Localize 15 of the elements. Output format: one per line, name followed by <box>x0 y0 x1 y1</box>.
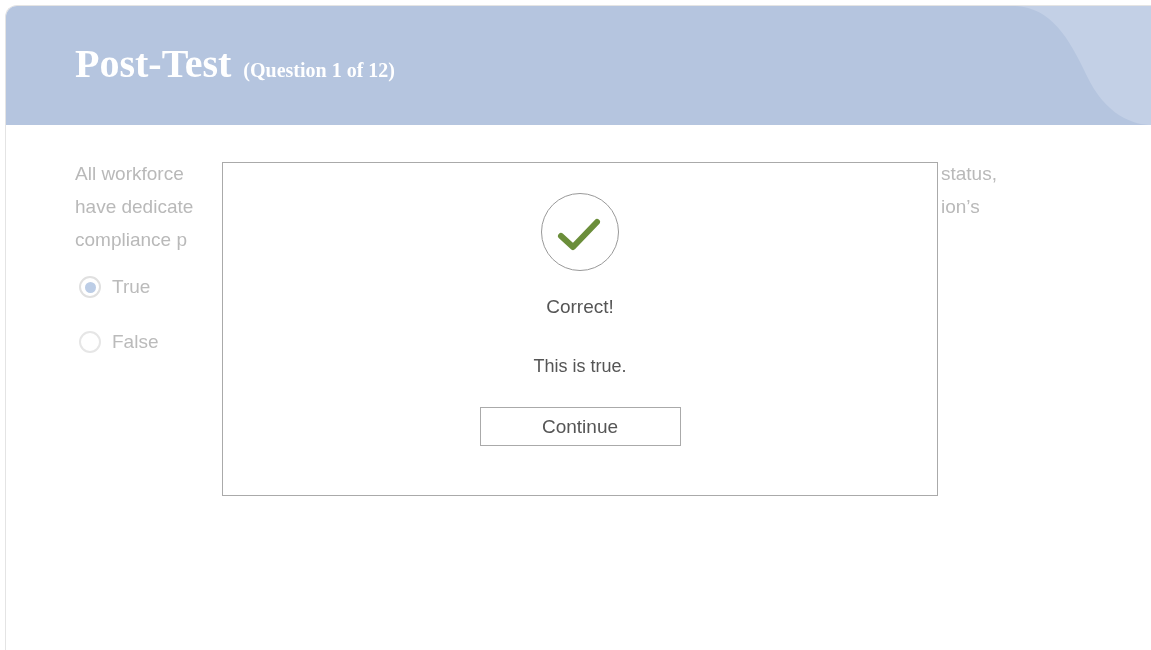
question-text: compliance p <box>75 228 187 252</box>
question-text: status, <box>941 162 997 186</box>
option-label[interactable]: False <box>112 331 159 353</box>
question-text: have dedicate <box>75 195 194 219</box>
radio-button[interactable] <box>79 276 101 298</box>
question-text: ion’s <box>941 195 980 219</box>
checkmark-icon <box>540 192 620 272</box>
continue-button[interactable]: Continue <box>479 407 681 446</box>
question-counter: (Question 1 of 12) <box>243 59 395 82</box>
question-text: All workforce <box>75 162 184 186</box>
radio-button[interactable] <box>79 331 101 353</box>
result-text: Correct! <box>546 296 614 318</box>
page-title: Post-Test <box>75 44 232 84</box>
option-label[interactable]: True <box>112 276 151 298</box>
feedback-message: This is true. <box>533 356 627 377</box>
